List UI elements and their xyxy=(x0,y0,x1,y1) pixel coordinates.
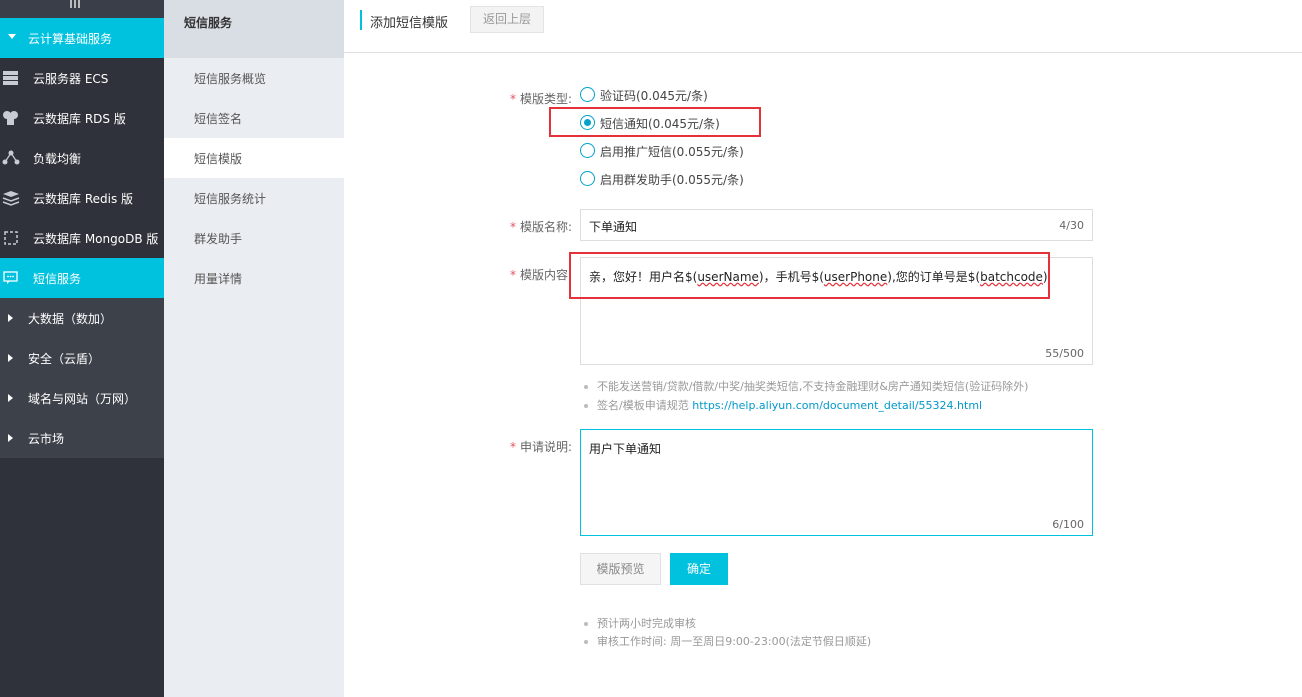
stack-icon xyxy=(2,191,20,206)
input-value: 下单通知 xyxy=(589,220,638,234)
highlight-box xyxy=(569,252,1050,299)
note-review-time: 预计两小时完成审核 xyxy=(584,615,696,631)
subnav-item-label: 用量详情 xyxy=(194,272,243,286)
header-accent-bar xyxy=(360,10,362,30)
server-icon xyxy=(3,71,18,85)
content-label-text: 模版内容 xyxy=(520,268,569,282)
sms-subnav: 短信服务 短信服务概览 短信签名 短信模版 短信服务统计 群发助手 用量详情 xyxy=(164,0,344,697)
sidebar-group-security[interactable]: 安全（云盾） xyxy=(0,338,164,378)
main-content: 添加短信模版 返回上层 * 模版类型: 验证码(0.045元/条) 短信通知(0.… xyxy=(344,0,1302,697)
sidebar-empty-area xyxy=(0,458,164,697)
subnav-title-text: 短信服务 xyxy=(184,16,233,30)
radio-button[interactable] xyxy=(580,171,595,186)
sidebar-item-redis[interactable]: 云数据库 Redis 版 xyxy=(0,178,164,218)
sidebar-item-rds[interactable]: 云数据库 RDS 版 xyxy=(0,98,164,138)
chat-icon xyxy=(3,271,18,284)
radio-label: 启用推广短信(0.055元/条) xyxy=(600,145,744,159)
subnav-item-signature[interactable]: 短信签名 xyxy=(164,98,344,138)
required-mark: * xyxy=(510,92,516,106)
sidebar-group-bigdata[interactable]: 大数据（数加） xyxy=(0,298,164,338)
sidebar-item-label: 云数据库 RDS 版 xyxy=(33,112,126,126)
preview-button[interactable]: 模版预览 xyxy=(580,553,661,585)
bullet-icon xyxy=(584,404,588,408)
page-title: 添加短信模版 xyxy=(370,16,449,31)
char-counter: 4/30 xyxy=(1059,219,1084,232)
required-mark: * xyxy=(510,268,516,282)
sidebar-item-label: 云服务器 ECS xyxy=(33,72,109,86)
sidebar-item-label: 短信服务 xyxy=(33,272,82,286)
desc-label-text: 申请说明: xyxy=(520,440,573,454)
type-label: * 模版类型: xyxy=(510,90,572,107)
subnav-item-statistics[interactable]: 短信服务统计 xyxy=(164,178,344,218)
char-counter: 6/100 xyxy=(1052,518,1084,531)
caret-down-icon xyxy=(8,34,16,39)
sidebar-group-label: 安全（云盾） xyxy=(28,352,101,366)
application-note-textarea[interactable]: 用户下单通知 6/100 xyxy=(580,429,1093,536)
type-label-text: 模版类型: xyxy=(520,92,573,106)
sidebar-group-label: 域名与网站（万网） xyxy=(28,392,137,406)
sidebar-item-ecs[interactable]: 云服务器 ECS xyxy=(0,58,164,98)
subnav-item-template[interactable]: 短信模版 xyxy=(164,138,344,178)
gear-icon xyxy=(4,231,18,245)
subnav-item-label: 短信服务统计 xyxy=(194,192,267,206)
desc-label: * 申请说明: xyxy=(510,438,572,455)
radio-label: 验证码(0.045元/条) xyxy=(600,89,708,103)
sidebar-item-label: 负载均衡 xyxy=(33,152,82,166)
sidebar-item-label: 云数据库 Redis 版 xyxy=(33,192,134,206)
caret-right-icon xyxy=(8,314,13,322)
sidebar-group-market[interactable]: 云市场 xyxy=(0,418,164,458)
radio-label: 启用群发助手(0.055元/条) xyxy=(600,173,744,187)
sidebar-group-label: 大数据（数加） xyxy=(28,312,113,326)
bullet-icon xyxy=(584,622,588,626)
caret-right-icon xyxy=(8,434,13,442)
subnav-item-label: 短信模版 xyxy=(194,152,243,166)
menu-icon xyxy=(70,0,80,8)
sidebar-group-label: 云市场 xyxy=(28,432,65,446)
sidebar-group-cloud-basic[interactable]: 云计算基础服务 xyxy=(0,18,164,58)
subnav-item-label: 短信服务概览 xyxy=(194,72,267,86)
back-button[interactable]: 返回上层 xyxy=(470,6,544,33)
database-icon xyxy=(3,111,18,125)
name-label-text: 模版名称: xyxy=(520,220,573,234)
content-label: * 模版内容 xyxy=(510,266,568,283)
char-counter: 55/500 xyxy=(1045,347,1084,360)
caret-right-icon xyxy=(8,354,13,362)
subnav-title: 短信服务 xyxy=(164,0,344,58)
sidebar-item-sms[interactable]: 短信服务 xyxy=(0,258,164,298)
radio-button[interactable] xyxy=(580,143,595,158)
textarea-value: 用户下单通知 xyxy=(589,442,662,456)
sidebar-collapse-toggle[interactable] xyxy=(0,0,164,18)
note-working-hours: 审核工作时间: 周一至周日9:00-23:00(法定节假日顺延) xyxy=(584,633,871,649)
sidebar-group-label: 云计算基础服务 xyxy=(28,32,113,46)
template-name-input[interactable]: 下单通知 4/30 xyxy=(580,209,1093,241)
guidelines-link[interactable]: https://help.aliyun.com/document_detail/… xyxy=(692,399,982,412)
sidebar-group-domain[interactable]: 域名与网站（万网） xyxy=(0,378,164,418)
caret-right-icon xyxy=(8,394,13,402)
confirm-button[interactable]: 确定 xyxy=(670,553,728,585)
sidebar-item-label: 云数据库 MongoDB 版 xyxy=(33,232,159,246)
name-label: * 模版名称: xyxy=(510,218,572,235)
subnav-item-usage[interactable]: 用量详情 xyxy=(164,258,344,298)
radio-button[interactable] xyxy=(580,87,595,102)
network-icon xyxy=(2,150,20,165)
bullet-icon xyxy=(584,385,588,389)
sidebar-item-slb[interactable]: 负载均衡 xyxy=(0,138,164,178)
subnav-item-label: 短信签名 xyxy=(194,112,243,126)
page-header: 添加短信模版 返回上层 xyxy=(344,0,1302,53)
required-mark: * xyxy=(510,440,516,454)
highlight-box xyxy=(549,107,761,137)
hint-restrictions: 不能发送营销/贷款/借款/中奖/抽奖类短信,不支持金融理财&房产通知类短信(验证… xyxy=(584,378,1028,394)
main-sidebar: 云计算基础服务 云服务器 ECS 云数据库 RDS 版 负载均衡 云数据库 Re… xyxy=(0,0,164,697)
required-mark: * xyxy=(510,220,516,234)
hint-guidelines: 签名/模板申请规范 https://help.aliyun.com/docume… xyxy=(584,397,982,413)
bullet-icon xyxy=(584,640,588,644)
sidebar-item-mongodb[interactable]: 云数据库 MongoDB 版 xyxy=(0,218,164,258)
subnav-item-label: 群发助手 xyxy=(194,232,243,246)
subnav-item-bulk-assistant[interactable]: 群发助手 xyxy=(164,218,344,258)
subnav-item-overview[interactable]: 短信服务概览 xyxy=(164,58,344,98)
